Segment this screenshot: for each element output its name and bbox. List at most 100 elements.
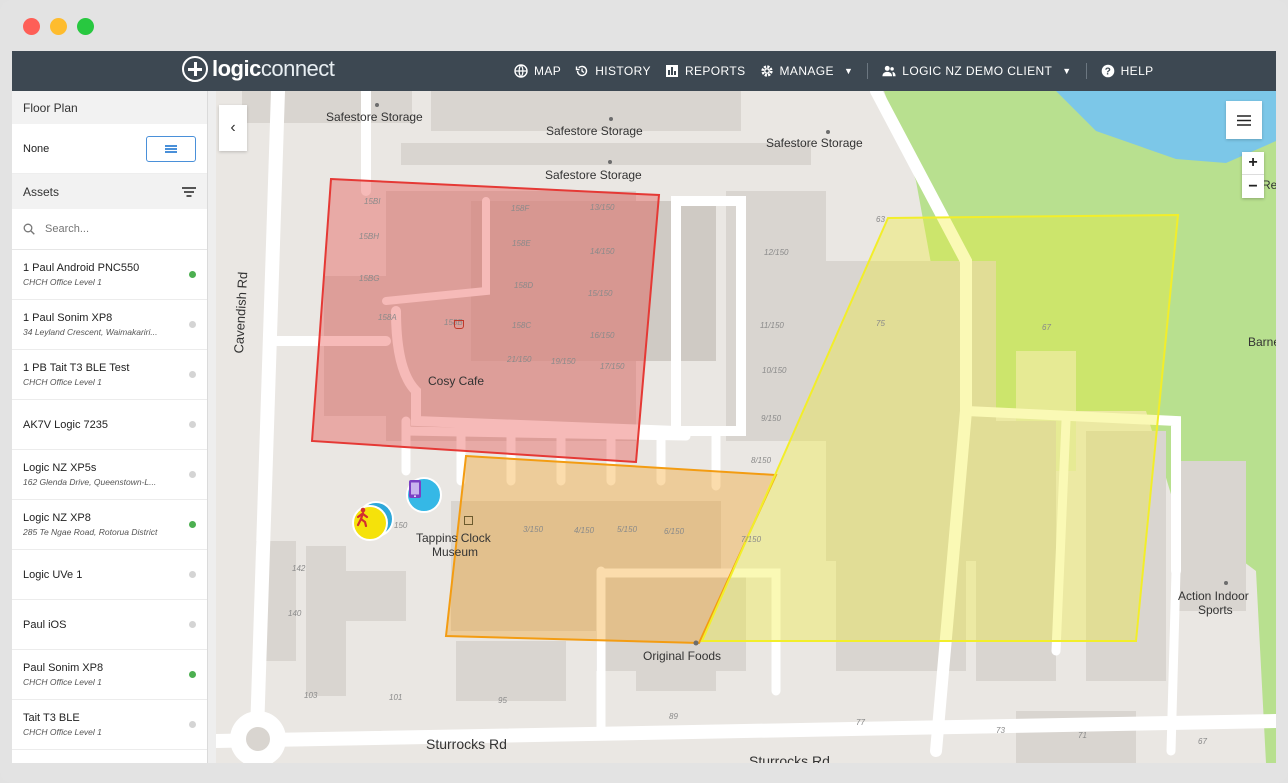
nav-help-label: HELP: [1120, 64, 1154, 78]
close-window-button[interactable]: [23, 18, 40, 35]
asset-list-item[interactable]: 1 PB Tait T3 BLE Test CHCH Office Level 1: [12, 350, 207, 400]
asset-name: 1 Paul Sonim XP8: [23, 312, 113, 324]
asset-name: Tait T3 BLE: [23, 712, 80, 724]
map-svg[interactable]: [216, 91, 1276, 763]
zoom-in-button[interactable]: +: [1242, 152, 1264, 175]
filter-icon[interactable]: [182, 186, 196, 197]
asset-location: CHCH Office Level 1: [23, 677, 102, 687]
address-number-label: 103: [304, 691, 318, 700]
address-number-label: 89: [669, 712, 678, 721]
asset-list-item[interactable]: 1 Paul Sonim XP8 34 Leyland Crescent, Wai…: [12, 300, 207, 350]
asset-list-item[interactable]: Logic NZ XP5s 162 Glenda Drive, Queenstow…: [12, 450, 207, 500]
client-selector-label: LOGIC NZ DEMO CLIENT: [902, 64, 1053, 78]
collapse-sidebar-button[interactable]: ‹: [219, 105, 247, 151]
map-label-safestore2: Safestore Storage: [546, 124, 643, 138]
asset-name: 1 Paul Android PNC550: [23, 262, 140, 274]
nav-history[interactable]: HISTORY: [575, 64, 651, 78]
status-dot: [189, 271, 196, 278]
asset-list-item[interactable]: Tait T3 BLE CHCH Office Level 1: [12, 700, 207, 750]
nav-divider: [1085, 63, 1087, 79]
asset-location: CHCH Office Level 1: [23, 277, 102, 287]
minimize-window-button[interactable]: [50, 18, 67, 35]
app-window: logicconnect MAP HISTORY REPORTS MANAGE: [0, 0, 1288, 783]
floor-plan-heading: Floor Plan: [12, 91, 207, 124]
status-dot: [189, 371, 196, 378]
asset-info: Logic NZ XP8 285 Te Ngae Road, Rotorua Di…: [23, 512, 183, 537]
asset-list-item[interactable]: Logic NZ XP8 285 Te Ngae Road, Rotorua Di…: [12, 500, 207, 550]
chevron-down-icon: ▼: [1062, 66, 1072, 76]
maximize-window-button[interactable]: [77, 18, 94, 35]
address-number-label: 5/150: [617, 525, 638, 534]
asset-info: AK7V Logic 7235: [23, 419, 108, 431]
address-number-label: 77: [856, 718, 865, 727]
asset-list-item[interactable]: Paul iOS: [12, 600, 207, 650]
asset-name: Paul iOS: [23, 618, 67, 631]
asset-list-item[interactable]: Logic UVe 1: [12, 550, 207, 600]
nav-help[interactable]: ? HELP: [1101, 64, 1154, 78]
mobile-phone-icon: [409, 480, 421, 498]
address-number-label: 158C: [512, 321, 532, 330]
asset-name: 1 PB Tait T3 BLE Test: [23, 362, 130, 374]
map-layers-button[interactable]: [1226, 101, 1262, 139]
walking-person-icon: [356, 507, 369, 527]
users-icon: [882, 65, 896, 77]
asset-search: [12, 209, 207, 250]
address-number-label: 14/150: [590, 247, 615, 256]
window-controls: [23, 18, 94, 35]
asset-marker-phone[interactable]: [406, 477, 442, 513]
asset-list: 1 Paul Android PNC550 CHCH Office Level 1…: [12, 250, 207, 750]
svg-text:?: ?: [1104, 67, 1111, 78]
map-label-re: Re: [1262, 178, 1276, 192]
map-label-safestore4: Safestore Storage: [545, 168, 642, 182]
asset-location: 285 Te Ngae Road, Rotorua District: [23, 527, 158, 537]
asset-info: Paul iOS: [23, 619, 66, 631]
museum-icon: [464, 516, 473, 525]
status-dot: [189, 671, 196, 678]
address-number-label: 3/150: [523, 525, 544, 534]
logo-text-light: connect: [260, 56, 335, 81]
zoom-control: + −: [1242, 152, 1264, 198]
asset-name: Logic UVe 1: [23, 568, 83, 581]
address-number-label: 95: [498, 696, 507, 705]
asset-info: 1 PB Tait T3 BLE Test CHCH Office Level 1: [23, 362, 183, 387]
address-number-label: 11/150: [760, 321, 784, 330]
nav-manage[interactable]: MANAGE ▼: [760, 64, 854, 78]
map-label-tappins: Tappins Clock: [416, 531, 491, 545]
map-label-sturrocks1: Sturrocks Rd: [426, 736, 507, 752]
logo-plus-icon: [182, 56, 208, 82]
address-number-label: 15BI: [364, 197, 381, 206]
list-icon: [165, 144, 177, 153]
nav-map[interactable]: MAP: [514, 64, 561, 78]
nav-reports[interactable]: REPORTS: [665, 64, 746, 78]
asset-info: 1 Paul Sonim XP8 34 Leyland Crescent, Wai…: [23, 312, 183, 337]
asset-marker-walking[interactable]: [352, 505, 388, 541]
map-label-action-indoor: Action Indoor: [1178, 589, 1249, 603]
floor-plan-menu-button[interactable]: [146, 135, 196, 162]
zoom-out-button[interactable]: −: [1242, 175, 1264, 198]
asset-name: Logic NZ XP5s: [23, 462, 97, 474]
search-icon: [23, 223, 35, 235]
logo[interactable]: logicconnect: [182, 56, 335, 82]
client-selector[interactable]: LOGIC NZ DEMO CLIENT ▼: [882, 64, 1071, 78]
gear-icon: [760, 65, 773, 77]
address-number-label: 73: [996, 726, 1005, 735]
address-number-label: 13/150: [590, 203, 615, 212]
asset-list-item[interactable]: Paul Sonim XP8 CHCH Office Level 1: [12, 650, 207, 700]
map-canvas[interactable]: Safestore Storage Safestore Storage Safest…: [216, 91, 1276, 763]
asset-list-item[interactable]: AK7V Logic 7235: [12, 400, 207, 450]
address-number-label: 15BG: [359, 274, 380, 283]
cafe-icon: [454, 320, 464, 329]
floor-plan-value: None: [23, 142, 50, 155]
search-input[interactable]: [45, 223, 185, 235]
map-label-barnes: Barnes: [1248, 335, 1276, 349]
address-number-label: 158A: [378, 313, 397, 322]
asset-location: 162 Glenda Drive, Queenstown-L...: [23, 477, 157, 487]
asset-location: CHCH Office Level 1: [23, 727, 102, 737]
hamburger-menu-icon: [1237, 114, 1251, 126]
status-dot: [189, 421, 196, 428]
history-icon: [576, 65, 588, 77]
address-number-label: 140: [288, 609, 302, 618]
address-number-label: 7/150: [741, 535, 762, 544]
address-number-label: 75: [876, 319, 885, 328]
asset-list-item[interactable]: 1 Paul Android PNC550 CHCH Office Level 1: [12, 250, 207, 300]
